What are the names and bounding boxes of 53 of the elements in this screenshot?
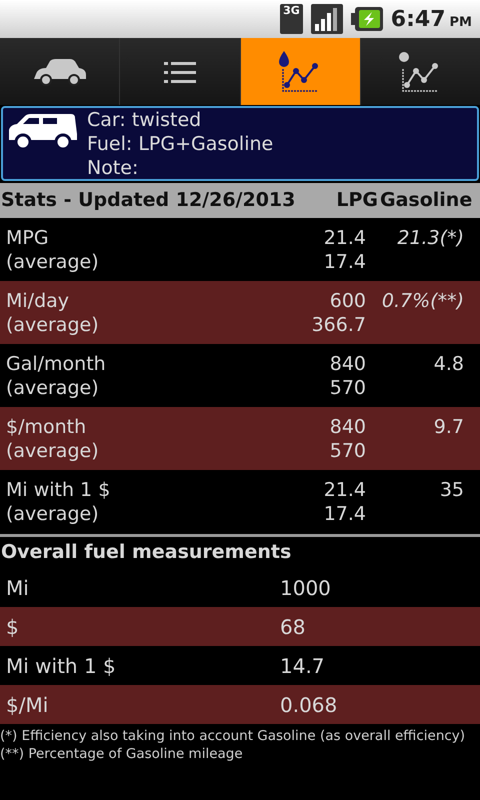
- car-info-line: Car: twisted: [87, 108, 202, 132]
- gasoline-value: 21.3(*): [397, 226, 464, 250]
- lpg-average: 17.4: [324, 250, 366, 274]
- gasoline-value: 9.7: [434, 415, 464, 439]
- measurement-label: Mi with 1 $: [5, 652, 117, 680]
- section-title: Overall fuel measurements: [0, 540, 292, 566]
- car-icon: [32, 58, 88, 86]
- measurement-value: 14.7: [280, 652, 325, 680]
- tab[interactable]: [240, 38, 360, 105]
- lpg-value: 21.4: [324, 478, 366, 502]
- gasoline-value: 4.8: [434, 352, 464, 376]
- stat-label: MPG: [6, 226, 50, 250]
- lpg-average: 17.4: [324, 502, 366, 526]
- stat-sublabel: (average): [6, 376, 100, 400]
- measurement-value: 0.068: [280, 692, 338, 718]
- stat-label: Mi with 1 $: [6, 478, 112, 502]
- stat-sublabel: (average): [6, 313, 100, 337]
- stat-label: Mi/day: [6, 289, 70, 313]
- network-indicator: 3G: [280, 4, 303, 34]
- lpg-value: 600: [330, 289, 366, 313]
- column-header: LPG: [335, 188, 379, 214]
- stat-sublabel: (average): [6, 502, 100, 526]
- tab[interactable]: [0, 38, 120, 105]
- measurement-value: 68: [280, 614, 306, 640]
- tab[interactable]: [360, 38, 480, 105]
- car-info-line: Fuel: LPG+Gasoline: [87, 132, 274, 156]
- lpg-value: 21.4: [324, 226, 366, 250]
- stat-sublabel: (average): [6, 250, 100, 274]
- lpg-average: 570: [330, 376, 366, 400]
- lpg-average: 366.7: [312, 313, 366, 337]
- battery-charging-icon: [350, 7, 383, 31]
- column-header: Gasoline: [380, 188, 474, 214]
- gasoline-value: 0.7%(**): [382, 289, 464, 313]
- measurement-label: Mi: [5, 574, 30, 602]
- list-icon: [164, 60, 196, 84]
- measurement-label: $/Mi: [5, 692, 50, 718]
- clock-time: 6:47: [390, 6, 446, 34]
- signal-icon: [310, 4, 343, 34]
- stat-label: Gal/month: [6, 352, 107, 376]
- measurement-label: $: [5, 614, 20, 640]
- tab[interactable]: [119, 38, 240, 105]
- stat-sublabel: (average): [6, 439, 100, 463]
- stats-title: Stats - Updated 12/26/2013: [0, 191, 296, 210]
- lpg-value: 840: [330, 415, 366, 439]
- footnote: (**) Percentage of Gasoline mileage: [0, 745, 244, 763]
- clock-ampm: PM: [450, 14, 472, 32]
- measurement-value: 1000: [280, 574, 331, 602]
- car-info-line: Note:: [87, 156, 140, 180]
- stat-label: $/month: [6, 415, 88, 439]
- lpg-value: 840: [330, 352, 366, 376]
- lpg-average: 570: [330, 439, 366, 463]
- gasoline-value: 35: [440, 478, 464, 502]
- footnote: (*) Efficiency also taking into account Gasoline (as overall efficiency): [0, 727, 466, 745]
